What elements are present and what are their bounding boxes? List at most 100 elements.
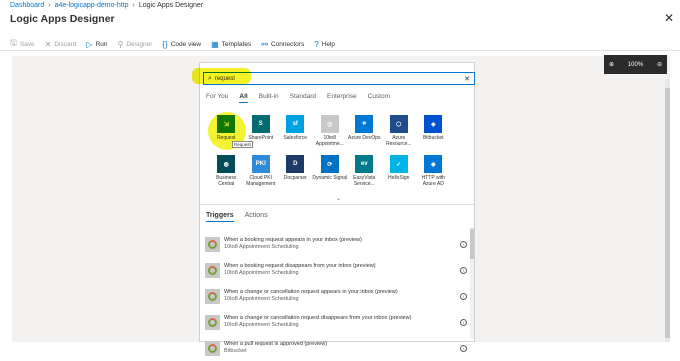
connector-label: Azure DevOps: [347, 135, 381, 141]
trigger-icon: [205, 314, 220, 330]
connector-tile[interactable]: ◆ HTTP with Azure AD: [416, 155, 451, 193]
connector-label: 10to8 Appointme...: [315, 135, 344, 147]
discard-button: ✕ Discard: [45, 40, 77, 49]
tab-actions[interactable]: Actions: [245, 212, 268, 222]
connector-tile[interactable]: ◎ 10to8 Appointme...: [313, 115, 348, 153]
info-icon[interactable]: i: [460, 344, 467, 352]
help-icon: ?: [314, 39, 319, 49]
clear-search-icon[interactable]: ✕: [464, 75, 470, 83]
list-item[interactable]: When a change or cancellation request ap…: [205, 283, 467, 309]
templates-button[interactable]: ▦ Templates: [211, 40, 251, 49]
connector-tile[interactable]: PKI Cloud PKI Management: [244, 155, 279, 193]
connector-tile[interactable]: ev EasyVista Service...: [347, 155, 382, 193]
connector-icon: ev: [355, 155, 374, 173]
filter-tab-enterprise[interactable]: Enterprise: [327, 93, 357, 103]
close-icon[interactable]: ✕: [664, 11, 674, 25]
connector-tile[interactable]: ⌗ Azure DevOps: [347, 115, 382, 153]
info-icon[interactable]: i: [460, 318, 467, 326]
connector-label: HelloSign: [388, 175, 410, 181]
trigger-connector: 10to8 Appointment Scheduling: [224, 322, 299, 328]
list-item[interactable]: When a pull request is approved (preview…: [205, 335, 467, 361]
list-item[interactable]: When a change or cancellation request di…: [205, 309, 467, 335]
connector-icon: ◎: [320, 115, 339, 133]
filter-tab-all[interactable]: All: [239, 93, 248, 103]
toolbar-label: Help: [321, 40, 336, 48]
connector-tile[interactable]: ✓ HelloSign: [382, 155, 417, 193]
connector-icon: ◍: [217, 155, 236, 173]
trigger-title: When a pull request is approved (preview…: [224, 341, 328, 347]
connector-icon: ⟳: [320, 155, 339, 173]
trigger-icon: [205, 236, 220, 252]
toolbar-label: Code view: [170, 40, 202, 48]
zoom-out-icon[interactable]: ⊖: [657, 61, 662, 68]
trigger-icon: [205, 340, 220, 356]
search-input[interactable]: request: [215, 76, 464, 82]
list-item-text: When a change or cancellation request di…: [224, 315, 460, 329]
connectors-icon: ⚯: [261, 39, 268, 49]
trigger-icon: [205, 262, 220, 278]
save-button: 🖫 Save: [10, 37, 35, 51]
list-item[interactable]: When a booking request appears in your i…: [205, 231, 467, 257]
list-item-text: When a booking request disappears from y…: [224, 263, 460, 277]
trigger-connector: Bitbucket: [224, 348, 247, 354]
expand-chevron-icon[interactable]: ⌄: [336, 195, 341, 202]
page-title: Logic Apps Designer: [10, 13, 115, 25]
connector-label: HTTP with Azure AD: [421, 175, 445, 187]
connector-label: Dynamic Signal: [312, 175, 348, 181]
breadcrumb: Dashboard › a4e-logicapp-demo-http › Logic A…: [10, 2, 203, 9]
breadcrumb-link[interactable]: Dashboard: [10, 2, 44, 9]
toolbar-label: Templates: [221, 40, 252, 48]
run-icon: ▷: [86, 39, 93, 49]
trigger-title: When a booking request disappears from y…: [224, 263, 376, 269]
tooltip: Request: [232, 141, 253, 148]
run-button[interactable]: ▷ Run: [86, 40, 107, 49]
discard-icon: ✕: [44, 39, 52, 49]
save-icon: 🖫: [10, 38, 17, 47]
filter-tab-standard[interactable]: Standard: [290, 93, 316, 103]
trigger-title: When a change or cancellation request di…: [224, 315, 412, 321]
connector-tile[interactable]: ◈ Bitbucket: [416, 115, 451, 153]
toolbar-label: Run: [95, 40, 108, 48]
connector-picker: ⌕ request ✕ For YouAllBuilt-inStandardEn…: [199, 62, 475, 356]
connector-icon: ⌗: [355, 115, 374, 133]
tab-triggers[interactable]: Triggers: [206, 212, 234, 222]
zoom-in-icon[interactable]: ⊕: [609, 61, 614, 68]
canvas-scrollbar[interactable]: [665, 78, 670, 342]
filter-tab-for-you[interactable]: For You: [206, 93, 228, 103]
toolbar-label: Discard: [54, 40, 77, 48]
connector-icon: D: [286, 155, 305, 173]
connector-label: Azure Resource...: [385, 135, 412, 147]
toolbar: 🖫 Save ✕ Discard ▷ Run ⚲ Designer {} Code view ▦ Te…: [10, 37, 335, 51]
connector-label: Business Central: [216, 175, 237, 187]
connector-icon: sf: [286, 115, 305, 133]
designer-button: ⚲ Designer: [118, 40, 153, 49]
code-view-button[interactable]: {} Code view: [162, 40, 201, 49]
list-scrollbar[interactable]: [470, 227, 474, 339]
breadcrumb-link[interactable]: a4e-logicapp-demo-http: [55, 2, 129, 9]
trigger-connector: 10to8 Appointment Scheduling: [224, 270, 299, 276]
chevron-right-icon: ›: [48, 2, 51, 9]
trigger-icon: [205, 288, 220, 304]
connector-tile[interactable]: ◍ Business Central: [209, 155, 244, 193]
filter-tab-built-in[interactable]: Built-in: [259, 93, 279, 103]
chevron-right-icon: ›: [132, 2, 135, 9]
connectors-button[interactable]: ⚯ Connectors: [261, 40, 304, 49]
filter-tab-custom[interactable]: Custom: [368, 93, 390, 103]
help-button[interactable]: ? Help: [314, 40, 335, 49]
connector-label: Docparser: [283, 175, 307, 181]
connector-tile[interactable]: D Docparser: [278, 155, 313, 193]
toolbar-label: Save: [19, 40, 35, 48]
list-item-text: When a booking request appears in your i…: [224, 237, 460, 251]
info-icon[interactable]: i: [460, 292, 467, 300]
connector-icon: S: [251, 115, 270, 133]
connector-tile[interactable]: ⬡ Azure Resource...: [382, 115, 417, 153]
connector-icon: ◈: [424, 115, 443, 133]
info-icon[interactable]: i: [460, 266, 467, 274]
trigger-title: When a change or cancellation request ap…: [224, 289, 398, 295]
list-item[interactable]: When a booking request disappears from y…: [205, 257, 467, 283]
zoom-control: ⊕ 100% ⊖: [604, 55, 667, 74]
toolbar-label: Designer: [126, 40, 153, 48]
info-icon[interactable]: i: [460, 240, 467, 248]
connector-tile[interactable]: sf Salesforce: [278, 115, 313, 153]
connector-tile[interactable]: ⟳ Dynamic Signal: [312, 155, 348, 193]
